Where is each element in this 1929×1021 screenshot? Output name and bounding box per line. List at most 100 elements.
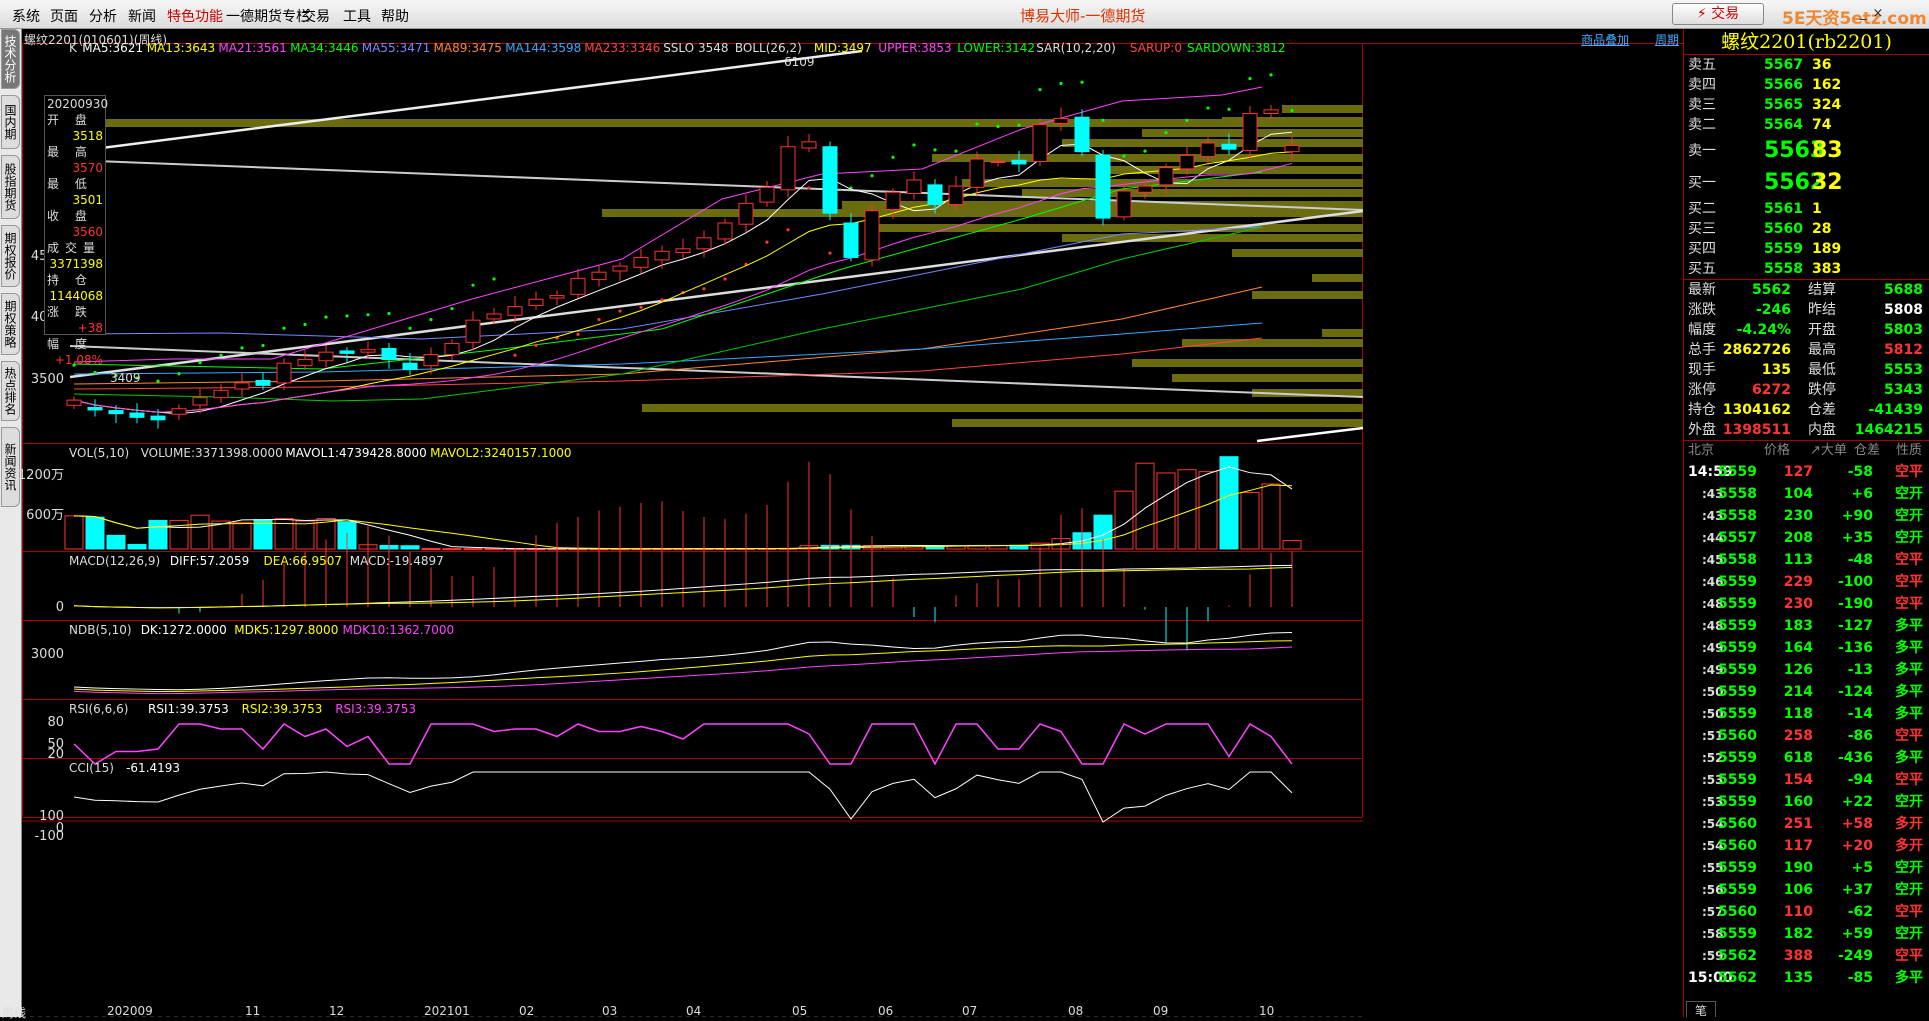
menu-item[interactable]: 新闻 — [128, 6, 156, 26]
bid-price: 5559 — [1764, 241, 1803, 257]
candle-body — [759, 186, 775, 203]
menu-item[interactable]: 一德期货专栏 — [226, 6, 310, 26]
ask-row[interactable]: 卖四 5566 162 — [1684, 75, 1929, 95]
sar-dot — [1290, 108, 1294, 113]
ma55-line — [73, 226, 1263, 340]
kline-chart[interactable] — [22, 29, 1683, 1017]
bid-row[interactable]: 买一 5562 32 — [1684, 167, 1929, 199]
ask-row[interactable]: 卖一 5563 83 — [1684, 135, 1929, 167]
sar-dot — [282, 326, 286, 330]
bid-row[interactable]: 买四 5559 189 — [1684, 239, 1929, 259]
candle-body — [1074, 116, 1090, 153]
x-axis-label: 12 — [329, 1004, 345, 1018]
legend-item: -61.4193 — [126, 761, 181, 775]
menu-item[interactable]: 页面 — [50, 6, 78, 26]
tick-row: :55 5559 190 +5 空开 — [1684, 857, 1929, 879]
stat-value: 2862726 — [1722, 342, 1791, 358]
sar-dot — [1080, 80, 1084, 84]
tick-volume: 126 — [1783, 662, 1813, 678]
menu-item[interactable]: 工具 — [343, 6, 371, 26]
side-tab[interactable]: 国内期货 — [1, 95, 20, 149]
sar-dot — [534, 343, 538, 348]
info-value: 3560 — [72, 225, 103, 239]
chart-area[interactable]: 螺纹2201(010601)(周线) 商品叠加 周期 K MA5:3621 MA13… — [18, 29, 1683, 1018]
candle-body — [864, 210, 880, 261]
volume-profile-bar — [1282, 105, 1363, 113]
x-axis-label: 202009 — [107, 1004, 153, 1018]
volume-profile-bar — [642, 404, 1363, 412]
sar-dot — [828, 251, 832, 255]
sar-dot — [198, 361, 202, 365]
tick-volume: 214 — [1783, 684, 1813, 700]
tick-row: :50 5559 214 -124 多平 — [1684, 681, 1929, 703]
sar-dot — [954, 149, 958, 153]
ask-row[interactable]: 卖三 5565 324 — [1684, 95, 1929, 115]
tick-header-cell: 北京 — [1688, 443, 1715, 458]
tick-oi-change: -136 — [1837, 640, 1873, 656]
candle-body — [843, 222, 859, 258]
info-value: +1.08% — [54, 353, 103, 367]
side-tab[interactable]: 技术分析 — [1, 29, 20, 89]
tick-nature: 空平 — [1895, 948, 1923, 964]
tick-price: 5559 — [1718, 618, 1757, 634]
app-title: 博易大师-一德期货 — [1020, 7, 1146, 25]
legend-item: MDK10:1362.7000 — [342, 623, 455, 637]
candle-body — [213, 389, 229, 399]
sar-dot — [660, 298, 664, 302]
bid-price: 5561 — [1764, 201, 1803, 217]
window-controls[interactable]: _× — [1860, 6, 1889, 21]
info-key: 成交量 — [47, 241, 102, 255]
side-tab[interactable]: 热点排名 — [1, 361, 20, 421]
ask-label: 卖四 — [1688, 77, 1716, 93]
stat-label: 涨跌 — [1688, 302, 1716, 318]
legend-item: SARDOWN:3812 — [1187, 41, 1286, 55]
legend-item: MACD:-19.4897 — [349, 554, 444, 568]
bid-row[interactable]: 买二 5561 1 — [1684, 199, 1929, 219]
legend-item: K — [69, 41, 77, 55]
tick-nature: 空平 — [1895, 596, 1923, 612]
tick-row: :46 5559 229 -100 空平 — [1684, 571, 1929, 593]
trade-button[interactable]: ⚡ 交易 — [1672, 3, 1764, 25]
menu-item[interactable]: 特色功能 — [167, 6, 223, 26]
period-button[interactable]: 周期 — [1655, 33, 1679, 47]
side-tab[interactable]: 股指期货 — [1, 155, 20, 219]
stat-value: 5803 — [1884, 322, 1923, 338]
sar-dot — [765, 240, 769, 244]
candle-body — [528, 298, 544, 306]
bid-label: 买五 — [1688, 261, 1716, 277]
menu-item[interactable]: 系统 — [12, 6, 40, 26]
legend-item: MID:3497 — [813, 41, 872, 55]
bid-row[interactable]: 买五 5558 383 — [1684, 259, 1929, 279]
sar-dot — [576, 332, 580, 336]
close-icon[interactable]: × — [1873, 6, 1890, 21]
volume-profile-bar — [932, 154, 1363, 162]
tick-list[interactable]: 14:59 5559 127 -58 空平:43 5558 104 +6 空开:43 5558 23… — [1684, 461, 1929, 989]
minimize-icon[interactable]: _ — [1860, 6, 1873, 21]
ask-row[interactable]: 卖五 5567 36 — [1684, 55, 1929, 75]
menu-item[interactable]: 帮助 — [381, 6, 409, 26]
tick-tab[interactable]: 笔 — [1686, 1001, 1716, 1018]
sar-dot — [366, 313, 370, 317]
volume-bar — [1156, 472, 1176, 550]
menu-item[interactable]: 分析 — [89, 6, 117, 26]
sar-dot — [345, 314, 349, 318]
candle-body — [1116, 190, 1132, 218]
sar-dot — [912, 143, 916, 147]
legend-item: SARUP:0 — [1129, 41, 1182, 55]
sar-dot — [324, 315, 328, 319]
stat-value: 5812 — [1884, 342, 1923, 358]
ask-row[interactable]: 卖二 5564 74 — [1684, 115, 1929, 135]
bid-row[interactable]: 买三 5560 28 — [1684, 219, 1929, 239]
legend-item: MA233:3346 — [584, 41, 661, 55]
volume-profile-bar — [1322, 329, 1363, 337]
sar-dot — [975, 122, 979, 126]
bid-volume: 1 — [1812, 201, 1822, 217]
candle-body — [1158, 167, 1174, 186]
volume-bar — [904, 545, 924, 550]
overlay-button[interactable]: 商品叠加 — [1581, 33, 1629, 47]
peak-price-label: 6109 — [784, 55, 815, 69]
tick-row: :48 5559 183 -127 多平 — [1684, 615, 1929, 637]
menu-item[interactable]: 交易 — [302, 6, 330, 26]
tick-nature: 空平 — [1895, 904, 1923, 920]
tick-oi-change: -58 — [1847, 464, 1873, 480]
